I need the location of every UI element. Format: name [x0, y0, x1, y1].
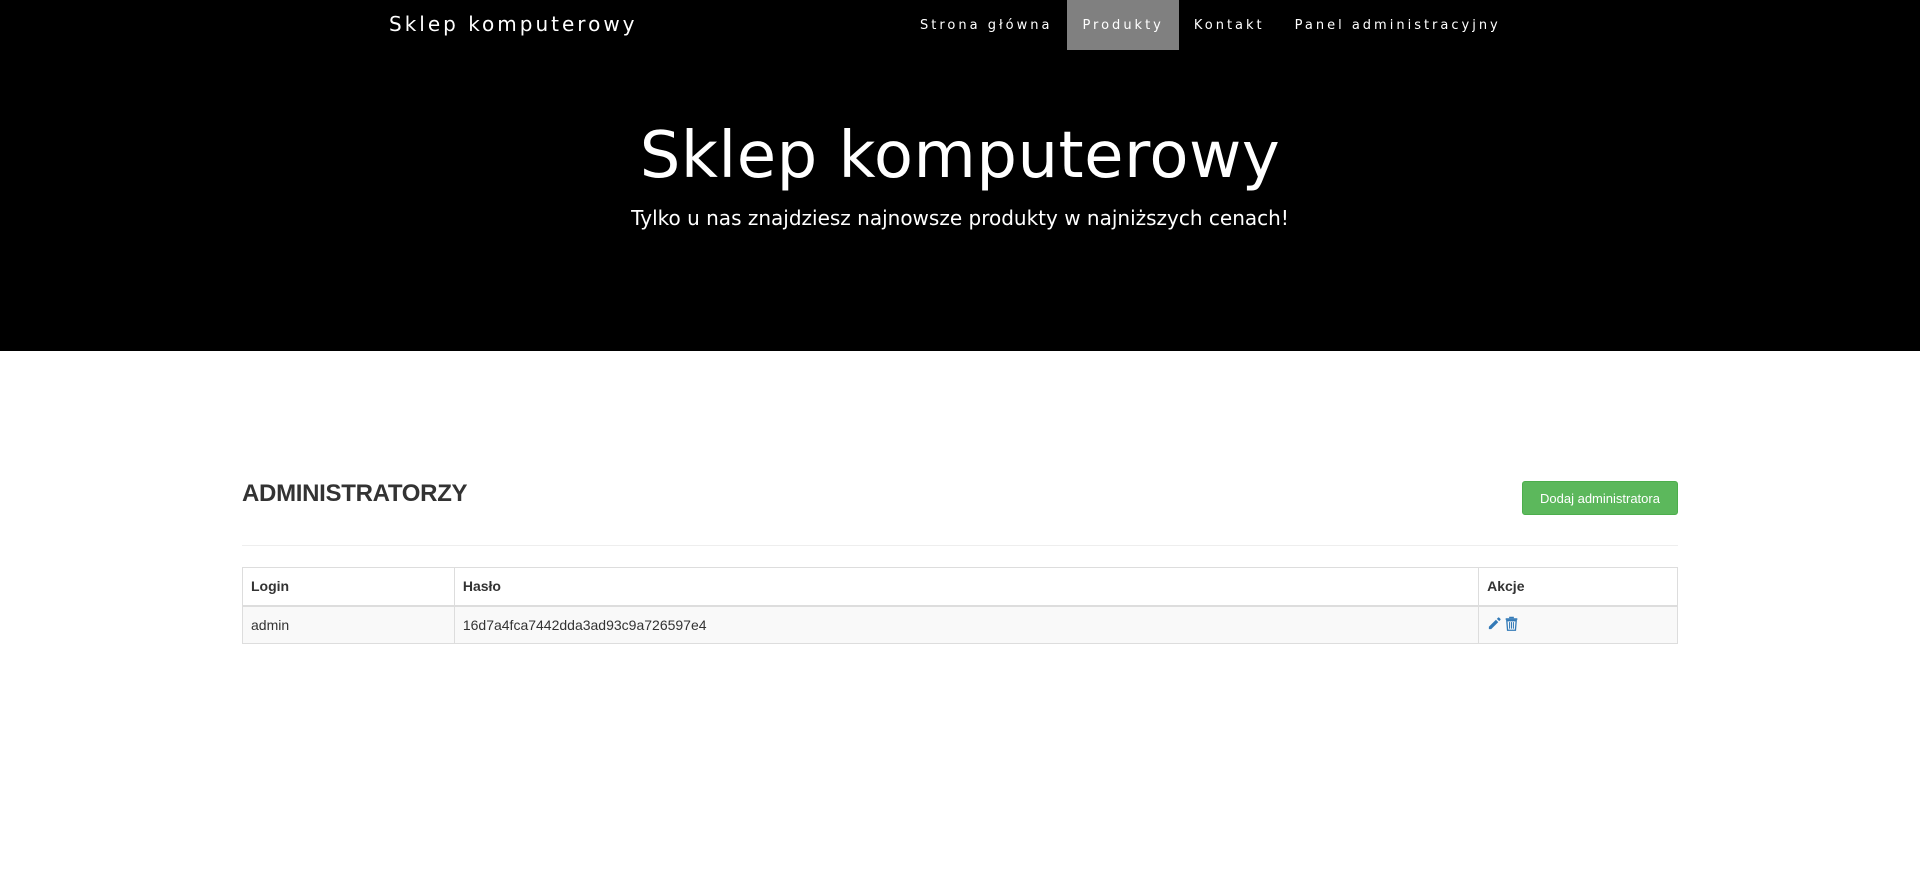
cell-actions	[1478, 605, 1678, 644]
column-header-login: Login	[242, 567, 455, 607]
cell-login: admin	[242, 605, 455, 644]
trash-icon[interactable]	[1504, 616, 1519, 631]
cell-password: 16d7a4fca7442dda3ad93c9a726597e4	[453, 605, 1480, 644]
hero-header: Sklep komputerowy Strona główna Produkty…	[0, 0, 1920, 351]
main-nav: Strona główna Produkty Kontakt Panel adm…	[905, 0, 1516, 50]
column-header-actions: Akcje	[1478, 567, 1678, 607]
nav-item-admin-panel[interactable]: Panel administracyjny	[1280, 0, 1516, 50]
hero-title: Sklep komputerowy	[639, 119, 1281, 193]
table-header-row: Login Hasło Akcje	[242, 567, 1678, 607]
divider	[242, 545, 1678, 546]
action-icons	[1487, 616, 1519, 631]
nav-item-home[interactable]: Strona główna	[905, 0, 1067, 50]
add-admin-button[interactable]: Dodaj administratora	[1522, 481, 1678, 515]
admins-table: Login Hasło Akcje admin 16d7a4fca7442dda…	[242, 567, 1678, 644]
table-row: admin 16d7a4fca7442dda3ad93c9a726597e4	[242, 605, 1678, 644]
nav-item-contact[interactable]: Kontakt	[1179, 0, 1280, 50]
page-title: ADMINISTRATORZY	[242, 480, 468, 507]
hero-subtitle: Tylko u nas znajdziesz najnowsze produkt…	[631, 206, 1289, 230]
column-header-password: Hasło	[453, 567, 1480, 607]
pencil-icon[interactable]	[1487, 616, 1502, 631]
nav-item-products[interactable]: Produkty	[1067, 0, 1179, 50]
brand-link[interactable]: Sklep komputerowy	[389, 12, 638, 36]
